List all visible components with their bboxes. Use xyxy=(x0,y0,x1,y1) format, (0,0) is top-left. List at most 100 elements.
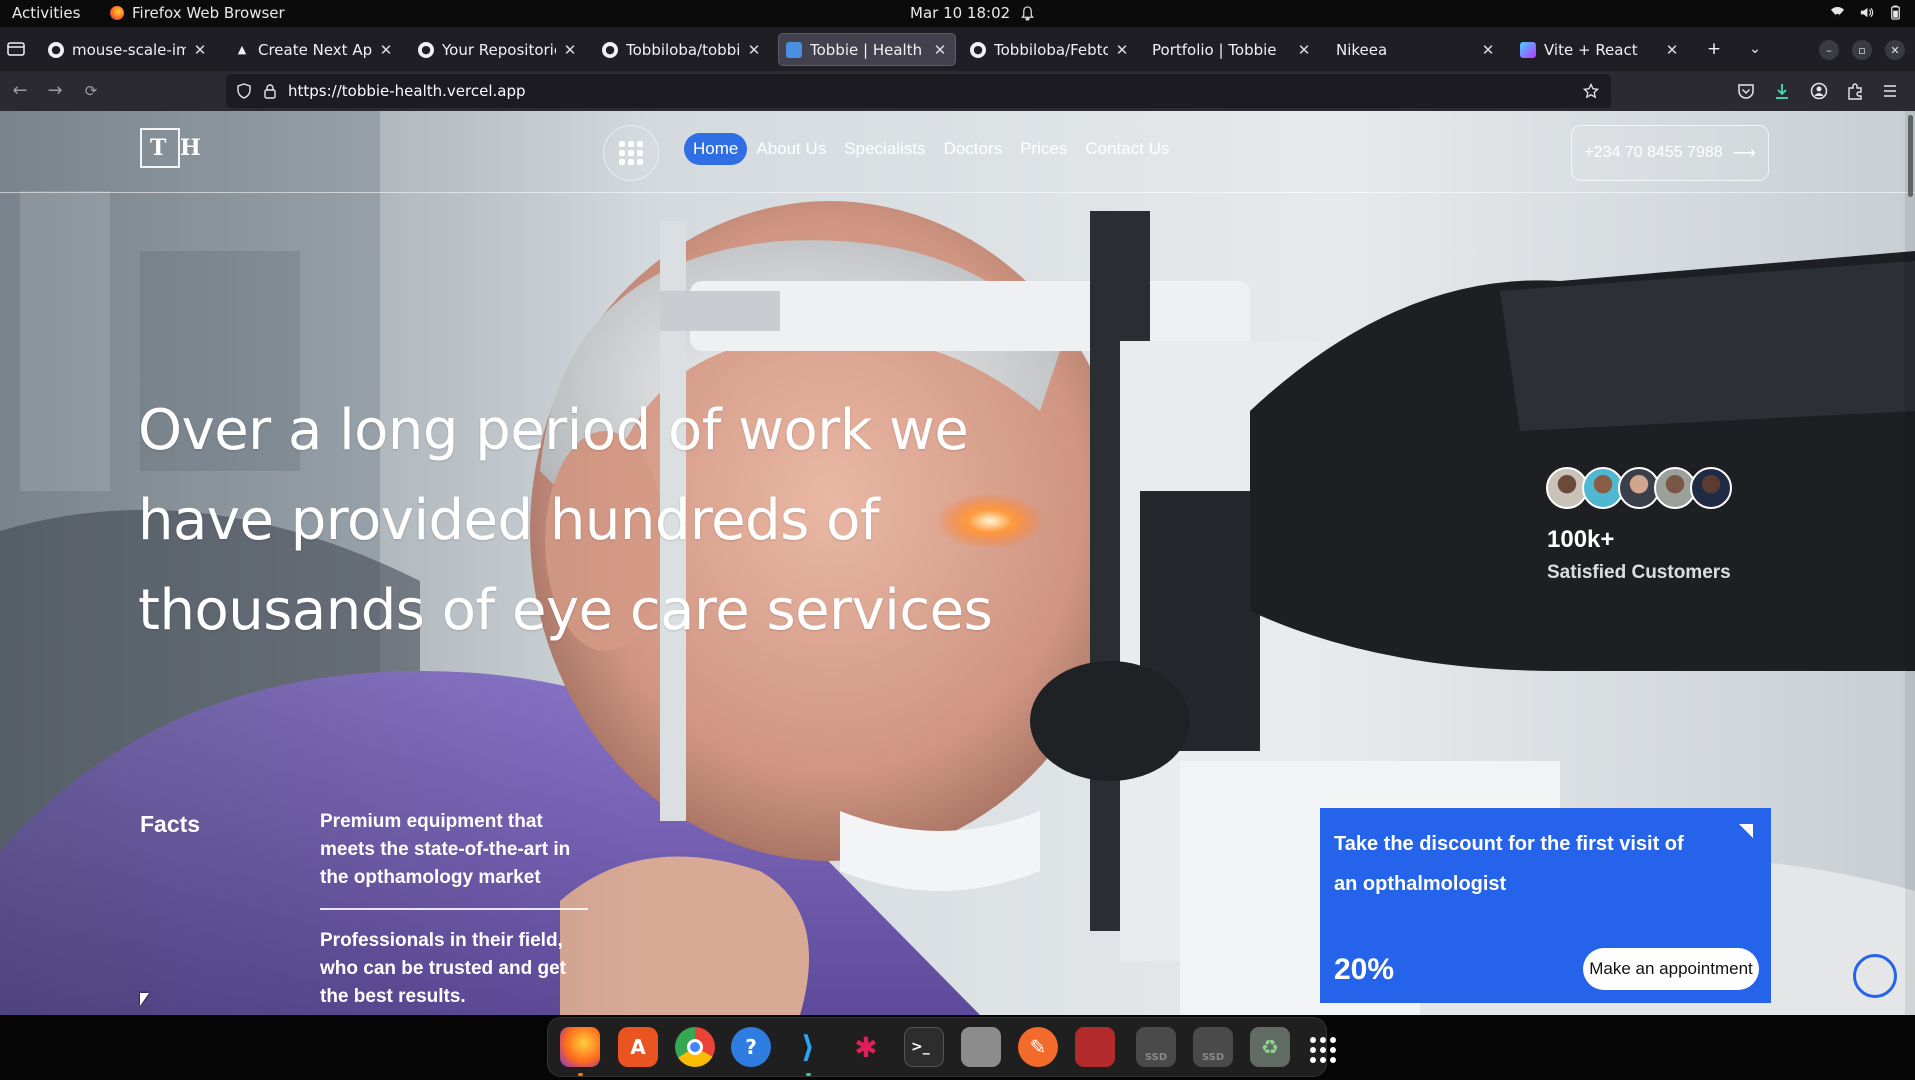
trash-icon[interactable]: ♻ xyxy=(1250,1027,1290,1067)
firefox-icon xyxy=(110,6,124,20)
tab-create-next-app[interactable]: ▲ Create Next App ✕ xyxy=(226,33,402,66)
tab-label: Your Repositories xyxy=(442,40,556,59)
shield-icon[interactable] xyxy=(236,83,252,99)
terminal-icon[interactable]: >_ xyxy=(904,1027,944,1067)
files-icon[interactable] xyxy=(961,1027,1001,1067)
tab-label: Portfolio | Tobbie xyxy=(1152,40,1277,59)
pocket-icon[interactable] xyxy=(1737,82,1755,100)
mouse-cursor-icon xyxy=(140,993,149,1006)
phone-button[interactable]: +234 70 8455 7988 ⟶ xyxy=(1571,125,1769,181)
tab-label: Create Next App xyxy=(258,40,372,59)
system-tray[interactable] xyxy=(1830,5,1903,20)
github-icon: ● xyxy=(970,41,986,58)
account-icon[interactable] xyxy=(1810,82,1828,100)
tab-tobbie-health[interactable]: Tobbie | Health ✕ xyxy=(778,33,956,66)
tab-tobbiloba-febtos[interactable]: ● Tobbiloba/Febtos-l ✕ xyxy=(962,33,1138,66)
stop-loading-icon[interactable]: ⟳ xyxy=(79,79,103,103)
help-icon[interactable]: ? xyxy=(731,1027,771,1067)
new-tab-button[interactable]: + xyxy=(1703,39,1725,59)
close-icon[interactable]: ✕ xyxy=(1664,41,1680,59)
fact-divider xyxy=(320,908,588,910)
discount-card: Take the discount for the first visit of… xyxy=(1320,808,1771,1003)
nav-contact-us[interactable]: Contact Us xyxy=(1076,133,1178,165)
extensions-icon[interactable] xyxy=(1846,82,1864,100)
fact-item: Professionals in their field, who can be… xyxy=(320,930,566,1007)
minimize-button[interactable]: – xyxy=(1819,40,1839,60)
bookmark-star-icon[interactable] xyxy=(1583,83,1599,99)
phone-number: +234 70 8455 7988 xyxy=(1584,144,1723,161)
tab-mouse-scale-image[interactable]: ● mouse-scale-image ✕ xyxy=(40,33,216,66)
corner-arrow-icon[interactable] xyxy=(1739,824,1753,838)
tab-your-repositories[interactable]: ● Your Repositories ✕ xyxy=(410,33,586,66)
app-menu-label: Firefox Web Browser xyxy=(132,4,285,22)
chevron-down-icon[interactable]: ⌄ xyxy=(1744,41,1766,57)
tab-list-icon[interactable] xyxy=(7,41,25,57)
clock[interactable]: Mar 10 18:02 xyxy=(910,4,1035,22)
close-icon[interactable]: ✕ xyxy=(932,41,948,59)
app-menu[interactable]: Firefox Web Browser xyxy=(110,4,285,22)
tab-tobbiloba-tobbie-health[interactable]: ● Tobbiloba/tobbie-h ✕ xyxy=(594,33,770,66)
close-icon[interactable]: ✕ xyxy=(562,41,578,59)
site-navigation: Home About Us Specialists Doctors Prices… xyxy=(684,133,1178,165)
hamburger-menu-icon[interactable] xyxy=(1881,82,1899,100)
scrollbar-thumb[interactable] xyxy=(1908,115,1913,197)
close-icon[interactable]: ✕ xyxy=(1114,41,1130,59)
forward-arrow-icon[interactable]: → xyxy=(43,79,67,103)
slack-icon[interactable]: ✱ xyxy=(846,1027,886,1067)
show-apps-icon[interactable] xyxy=(1308,1027,1338,1067)
close-icon[interactable]: ✕ xyxy=(1296,41,1312,59)
clock-text: Mar 10 18:02 xyxy=(910,4,1011,22)
nav-doctors[interactable]: Doctors xyxy=(935,133,1012,165)
close-icon[interactable]: ✕ xyxy=(192,41,208,59)
maximize-button[interactable]: ▫ xyxy=(1852,40,1872,60)
nav-home[interactable]: Home xyxy=(684,133,748,165)
activities-button[interactable]: Activities xyxy=(12,4,80,22)
page-scrollbar[interactable] xyxy=(1905,111,1915,1015)
chat-widget-button[interactable] xyxy=(1853,954,1897,998)
screen-recorder-icon[interactable] xyxy=(1075,1027,1115,1067)
running-indicator xyxy=(806,1073,811,1076)
url-bar[interactable]: https://tobbie-health.vercel.app xyxy=(226,74,1611,108)
github-icon: ● xyxy=(48,41,64,58)
fact-item: Premium equipment that meets the state-o… xyxy=(320,811,571,888)
tab-label: Tobbie | Health xyxy=(810,40,923,59)
grid-icon xyxy=(619,141,643,165)
arrow-right-icon: ⟶ xyxy=(1732,145,1756,162)
customer-avatars xyxy=(1546,467,1736,511)
volume-icon xyxy=(1860,7,1874,18)
back-arrow-icon[interactable]: ← xyxy=(8,79,32,103)
firefox-icon[interactable] xyxy=(560,1027,600,1067)
downloads-icon[interactable] xyxy=(1773,82,1791,100)
discount-percent: 20% xyxy=(1334,953,1395,986)
tab-label: Nikeea xyxy=(1336,40,1388,59)
app-center-icon[interactable]: A xyxy=(618,1027,658,1067)
nav-prices[interactable]: Prices xyxy=(1011,133,1076,165)
logo-letter-t: T xyxy=(150,135,179,161)
chrome-icon[interactable] xyxy=(675,1027,715,1067)
nav-specialists[interactable]: Specialists xyxy=(835,133,934,165)
tab-nikeea[interactable]: Nikeea ✕ xyxy=(1328,33,1504,66)
system-top-bar: Activities Firefox Web Browser Mar 10 18… xyxy=(0,0,1915,27)
close-icon[interactable]: ✕ xyxy=(746,41,762,59)
tab-portfolio-tobbie[interactable]: Portfolio | Tobbie ✕ xyxy=(1144,33,1320,66)
dock: A ? ⟩ ✱ >_ ✎ SSD SSD ♻ xyxy=(547,1017,1336,1077)
tab-vite-react[interactable]: Vite + React ✕ xyxy=(1512,33,1688,66)
ssd-drive-icon[interactable]: SSD xyxy=(1193,1027,1233,1067)
url-text[interactable]: https://tobbie-health.vercel.app xyxy=(288,82,526,100)
lock-icon[interactable] xyxy=(262,83,278,99)
close-icon[interactable]: ✕ xyxy=(378,41,394,59)
nav-about-us[interactable]: About Us xyxy=(747,133,835,165)
triangle-icon: ▲ xyxy=(237,43,247,56)
discount-text: Take the discount for the first visit of… xyxy=(1334,833,1684,895)
close-icon[interactable]: ✕ xyxy=(1480,41,1496,59)
customers-label: Satisfied Customers xyxy=(1547,562,1731,583)
pen-tool-icon[interactable]: ✎ xyxy=(1018,1027,1058,1067)
header-divider xyxy=(0,192,1915,193)
ssd-drive-icon[interactable]: SSD xyxy=(1136,1027,1176,1067)
tab-strip: ● mouse-scale-image ✕ ▲ Create Next App … xyxy=(0,27,1915,71)
close-window-button[interactable]: ✕ xyxy=(1885,40,1905,60)
vscode-icon[interactable]: ⟩ xyxy=(788,1027,828,1067)
site-logo[interactable]: T H xyxy=(140,128,201,168)
grid-menu-button[interactable] xyxy=(603,125,659,181)
make-appointment-button[interactable]: Make an appointment xyxy=(1583,948,1759,990)
